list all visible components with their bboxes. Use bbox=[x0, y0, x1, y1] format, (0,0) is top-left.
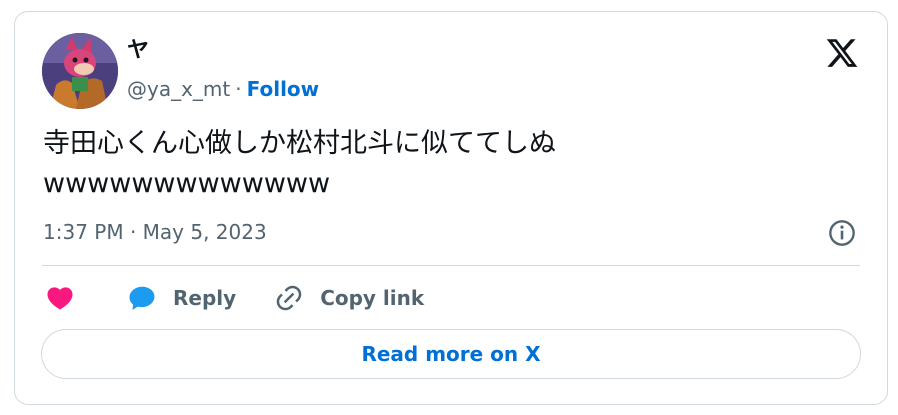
user-handle[interactable]: @ya_x_mt bbox=[127, 77, 230, 101]
like-button[interactable] bbox=[45, 283, 75, 313]
avatar[interactable] bbox=[42, 33, 118, 109]
speech-bubble-icon bbox=[129, 286, 155, 310]
link-icon bbox=[276, 285, 302, 311]
read-more-label: Read more on X bbox=[361, 342, 541, 366]
info-icon[interactable] bbox=[828, 219, 856, 247]
divider bbox=[42, 265, 860, 266]
x-logo-icon[interactable] bbox=[825, 36, 859, 70]
avatar-image bbox=[42, 33, 118, 109]
display-name[interactable]: ヤ bbox=[127, 38, 149, 64]
tweet-text: 寺田心くん心做しか松村北斗に似ててしぬ wwwwwwwwwwwww bbox=[43, 128, 556, 199]
read-more-button[interactable]: Read more on X bbox=[41, 329, 861, 379]
handle-row: @ya_x_mt · Follow bbox=[127, 76, 319, 102]
action-bar: Reply Copy link bbox=[45, 282, 424, 314]
tweet-card: ヤ @ya_x_mt · Follow 寺田心くん心做しか松村北斗に似ててしぬ ww… bbox=[14, 11, 888, 405]
reply-label: Reply bbox=[173, 286, 237, 310]
heart-icon bbox=[47, 287, 73, 310]
reply-button[interactable]: Reply bbox=[127, 283, 236, 313]
copy-link-button[interactable]: Copy link bbox=[274, 283, 424, 313]
separator-dot: · bbox=[235, 77, 242, 101]
tweet-timestamp[interactable]: 1:37 PM · May 5, 2023 bbox=[43, 219, 267, 245]
copy-link-label: Copy link bbox=[320, 286, 425, 310]
follow-link[interactable]: Follow bbox=[247, 77, 320, 101]
